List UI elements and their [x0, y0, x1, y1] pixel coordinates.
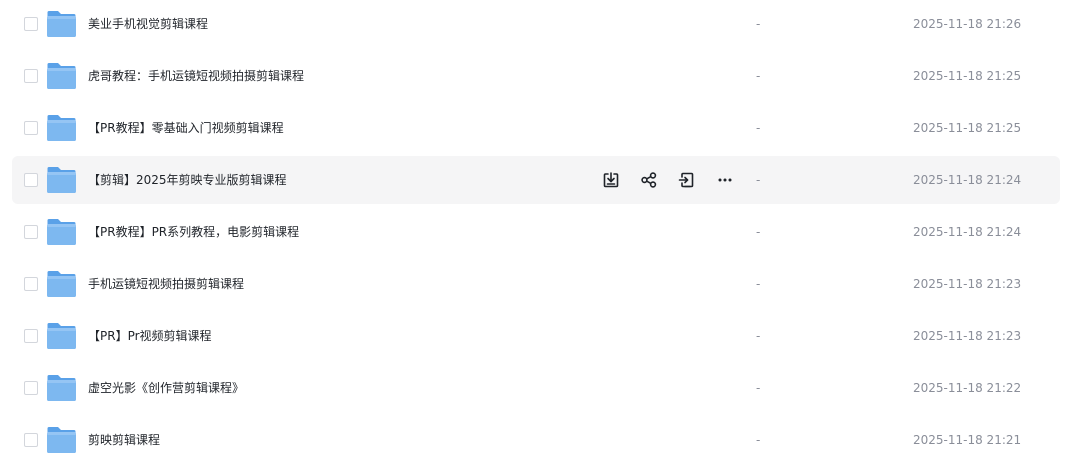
file-size: -: [756, 433, 761, 447]
share-icon[interactable]: [636, 167, 662, 193]
folder-icon: [46, 322, 77, 350]
file-name[interactable]: 【PR教程】零基础入门视频剪辑课程: [88, 119, 284, 137]
file-name[interactable]: 虎哥教程：手机运镜短视频拍摄剪辑课程: [88, 67, 304, 85]
file-size: -: [756, 17, 761, 31]
row-checkbox[interactable]: [24, 225, 38, 239]
row-actions: [598, 167, 738, 193]
file-row[interactable]: 【PR教程】零基础入门视频剪辑课程 - 2025-11-18 21:25: [12, 104, 1060, 152]
modified-time: 2025-11-18 21:25: [913, 69, 1022, 83]
file-row[interactable]: 【PR】Pr视频剪辑课程 - 2025-11-18 21:23: [12, 312, 1060, 360]
file-name[interactable]: 【PR教程】PR系列教程，电影剪辑课程: [88, 223, 299, 241]
file-name[interactable]: 【PR】Pr视频剪辑课程: [88, 327, 212, 345]
folder-icon: [46, 114, 77, 142]
file-row[interactable]: 虚空光影《创作营剪辑课程》 - 2025-11-18 21:22: [12, 364, 1060, 412]
row-checkbox[interactable]: [24, 433, 38, 447]
modified-time: 2025-11-18 21:24: [913, 173, 1022, 187]
row-checkbox[interactable]: [24, 69, 38, 83]
folder-icon: [46, 166, 77, 194]
row-checkbox[interactable]: [24, 277, 38, 291]
modified-time: 2025-11-18 21:23: [913, 277, 1022, 291]
file-size: -: [756, 173, 761, 187]
file-name[interactable]: 【剪辑】2025年剪映专业版剪辑课程: [88, 171, 287, 189]
row-checkbox[interactable]: [24, 173, 38, 187]
modified-time: 2025-11-18 21:22: [913, 381, 1022, 395]
file-size: -: [756, 381, 761, 395]
more-icon[interactable]: [712, 167, 738, 193]
row-checkbox[interactable]: [24, 381, 38, 395]
file-name[interactable]: 手机运镜短视频拍摄剪辑课程: [88, 275, 244, 293]
file-name[interactable]: 美业手机视觉剪辑课程: [88, 15, 208, 33]
modified-time: 2025-11-18 21:24: [913, 225, 1022, 239]
move-icon[interactable]: [674, 167, 700, 193]
file-name[interactable]: 虚空光影《创作营剪辑课程》: [88, 379, 244, 397]
folder-icon: [46, 374, 77, 402]
file-size: -: [756, 121, 761, 135]
modified-time: 2025-11-18 21:26: [913, 17, 1022, 31]
row-checkbox[interactable]: [24, 17, 38, 31]
row-checkbox[interactable]: [24, 121, 38, 135]
modified-time: 2025-11-18 21:21: [913, 433, 1022, 447]
file-row[interactable]: 【剪辑】2025年剪映专业版剪辑课程 - 2025-11-18 21:24: [12, 156, 1060, 204]
file-size: -: [756, 329, 761, 343]
file-row[interactable]: 手机运镜短视频拍摄剪辑课程 - 2025-11-18 21:23: [12, 260, 1060, 308]
file-size: -: [756, 225, 761, 239]
file-row[interactable]: 虎哥教程：手机运镜短视频拍摄剪辑课程 - 2025-11-18 21:25: [12, 52, 1060, 100]
file-row[interactable]: 【PR教程】PR系列教程，电影剪辑课程 - 2025-11-18 21:24: [12, 208, 1060, 256]
file-name[interactable]: 剪映剪辑课程: [88, 431, 160, 449]
folder-icon: [46, 270, 77, 298]
file-size: -: [756, 277, 761, 291]
folder-icon: [46, 62, 77, 90]
file-row[interactable]: 剪映剪辑课程 - 2025-11-18 21:21: [12, 416, 1060, 464]
folder-icon: [46, 426, 77, 454]
folder-icon: [46, 218, 77, 246]
file-list: 美业手机视觉剪辑课程 - 2025-11-18 21:26 虎哥教程：手机运镜短视频拍…: [0, 0, 1080, 474]
file-row[interactable]: 美业手机视觉剪辑课程 - 2025-11-18 21:26: [12, 0, 1060, 48]
modified-time: 2025-11-18 21:25: [913, 121, 1022, 135]
modified-time: 2025-11-18 21:23: [913, 329, 1022, 343]
download-icon[interactable]: [598, 167, 624, 193]
file-size: -: [756, 69, 761, 83]
folder-icon: [46, 10, 77, 38]
row-checkbox[interactable]: [24, 329, 38, 343]
